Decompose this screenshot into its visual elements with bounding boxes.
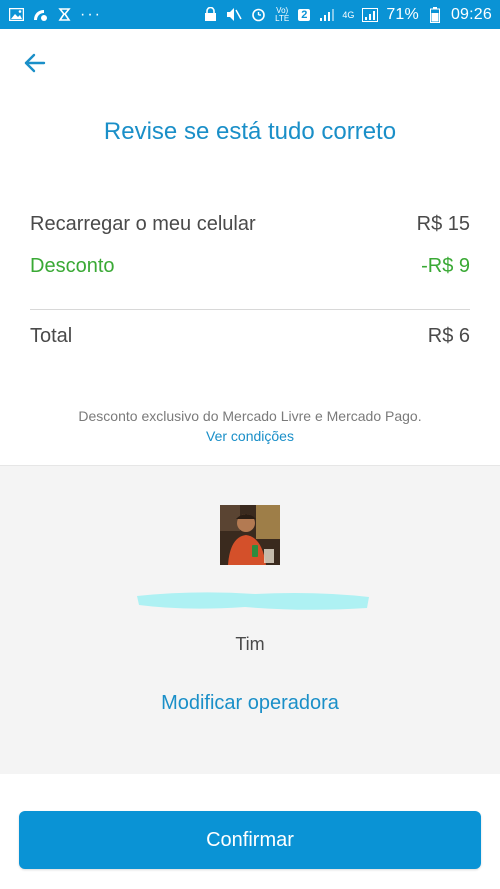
discount-row: Desconto -R$ 9 [30, 255, 470, 278]
page-title: Revise se está tudo correto [103, 118, 397, 145]
status-right: Vo) LTE 2 4G 71% 09:26 [202, 6, 492, 24]
mute-icon [226, 7, 242, 23]
status-left: ··· [8, 6, 102, 24]
status-bar: ··· Vo) LTE 2 4G 71% 09:26 [0, 0, 500, 29]
confirm-button[interactable]: Confirmar [19, 811, 481, 869]
alarm-icon [250, 7, 266, 23]
total-row: Total R$ 6 [30, 325, 470, 348]
modify-operator-link[interactable]: Modificar operadora [0, 692, 500, 715]
sim-badge: 2 [298, 8, 311, 21]
signal-icon [318, 7, 334, 23]
redacted-phone-number [135, 588, 371, 612]
discount-value: -R$ 9 [421, 255, 470, 277]
total-label: Total [30, 325, 73, 347]
battery-percentage: 71% [386, 5, 419, 23]
volte-indicator: Vo) LTE [275, 5, 290, 23]
recharge-row: Recarregar o meu celular R$ 15 [30, 213, 470, 236]
battery-icon [427, 6, 443, 23]
recharge-label: Recarregar o meu celular [30, 213, 256, 235]
sync-icon [56, 7, 72, 23]
summary-divider [30, 309, 470, 310]
lock-icon [202, 7, 218, 23]
discount-label: Desconto [30, 255, 115, 277]
clock: 09:26 [450, 5, 492, 23]
arrow-left-icon [24, 53, 46, 73]
contact-photo [220, 505, 280, 565]
discount-disclaimer: Desconto exclusivo do Mercado Livre e Me… [78, 408, 422, 424]
signal-strength-icon [362, 7, 379, 23]
app-notification-icon [32, 7, 48, 23]
recharge-value: R$ 15 [416, 213, 470, 235]
more-notifications-indicator: ··· [80, 5, 102, 23]
network-type: 4G [342, 9, 355, 20]
back-button[interactable] [22, 50, 48, 76]
operator-name: Tim [235, 634, 265, 654]
total-value: R$ 6 [427, 325, 470, 347]
view-conditions-link[interactable]: Ver condições [0, 428, 500, 444]
gallery-icon [8, 7, 24, 23]
